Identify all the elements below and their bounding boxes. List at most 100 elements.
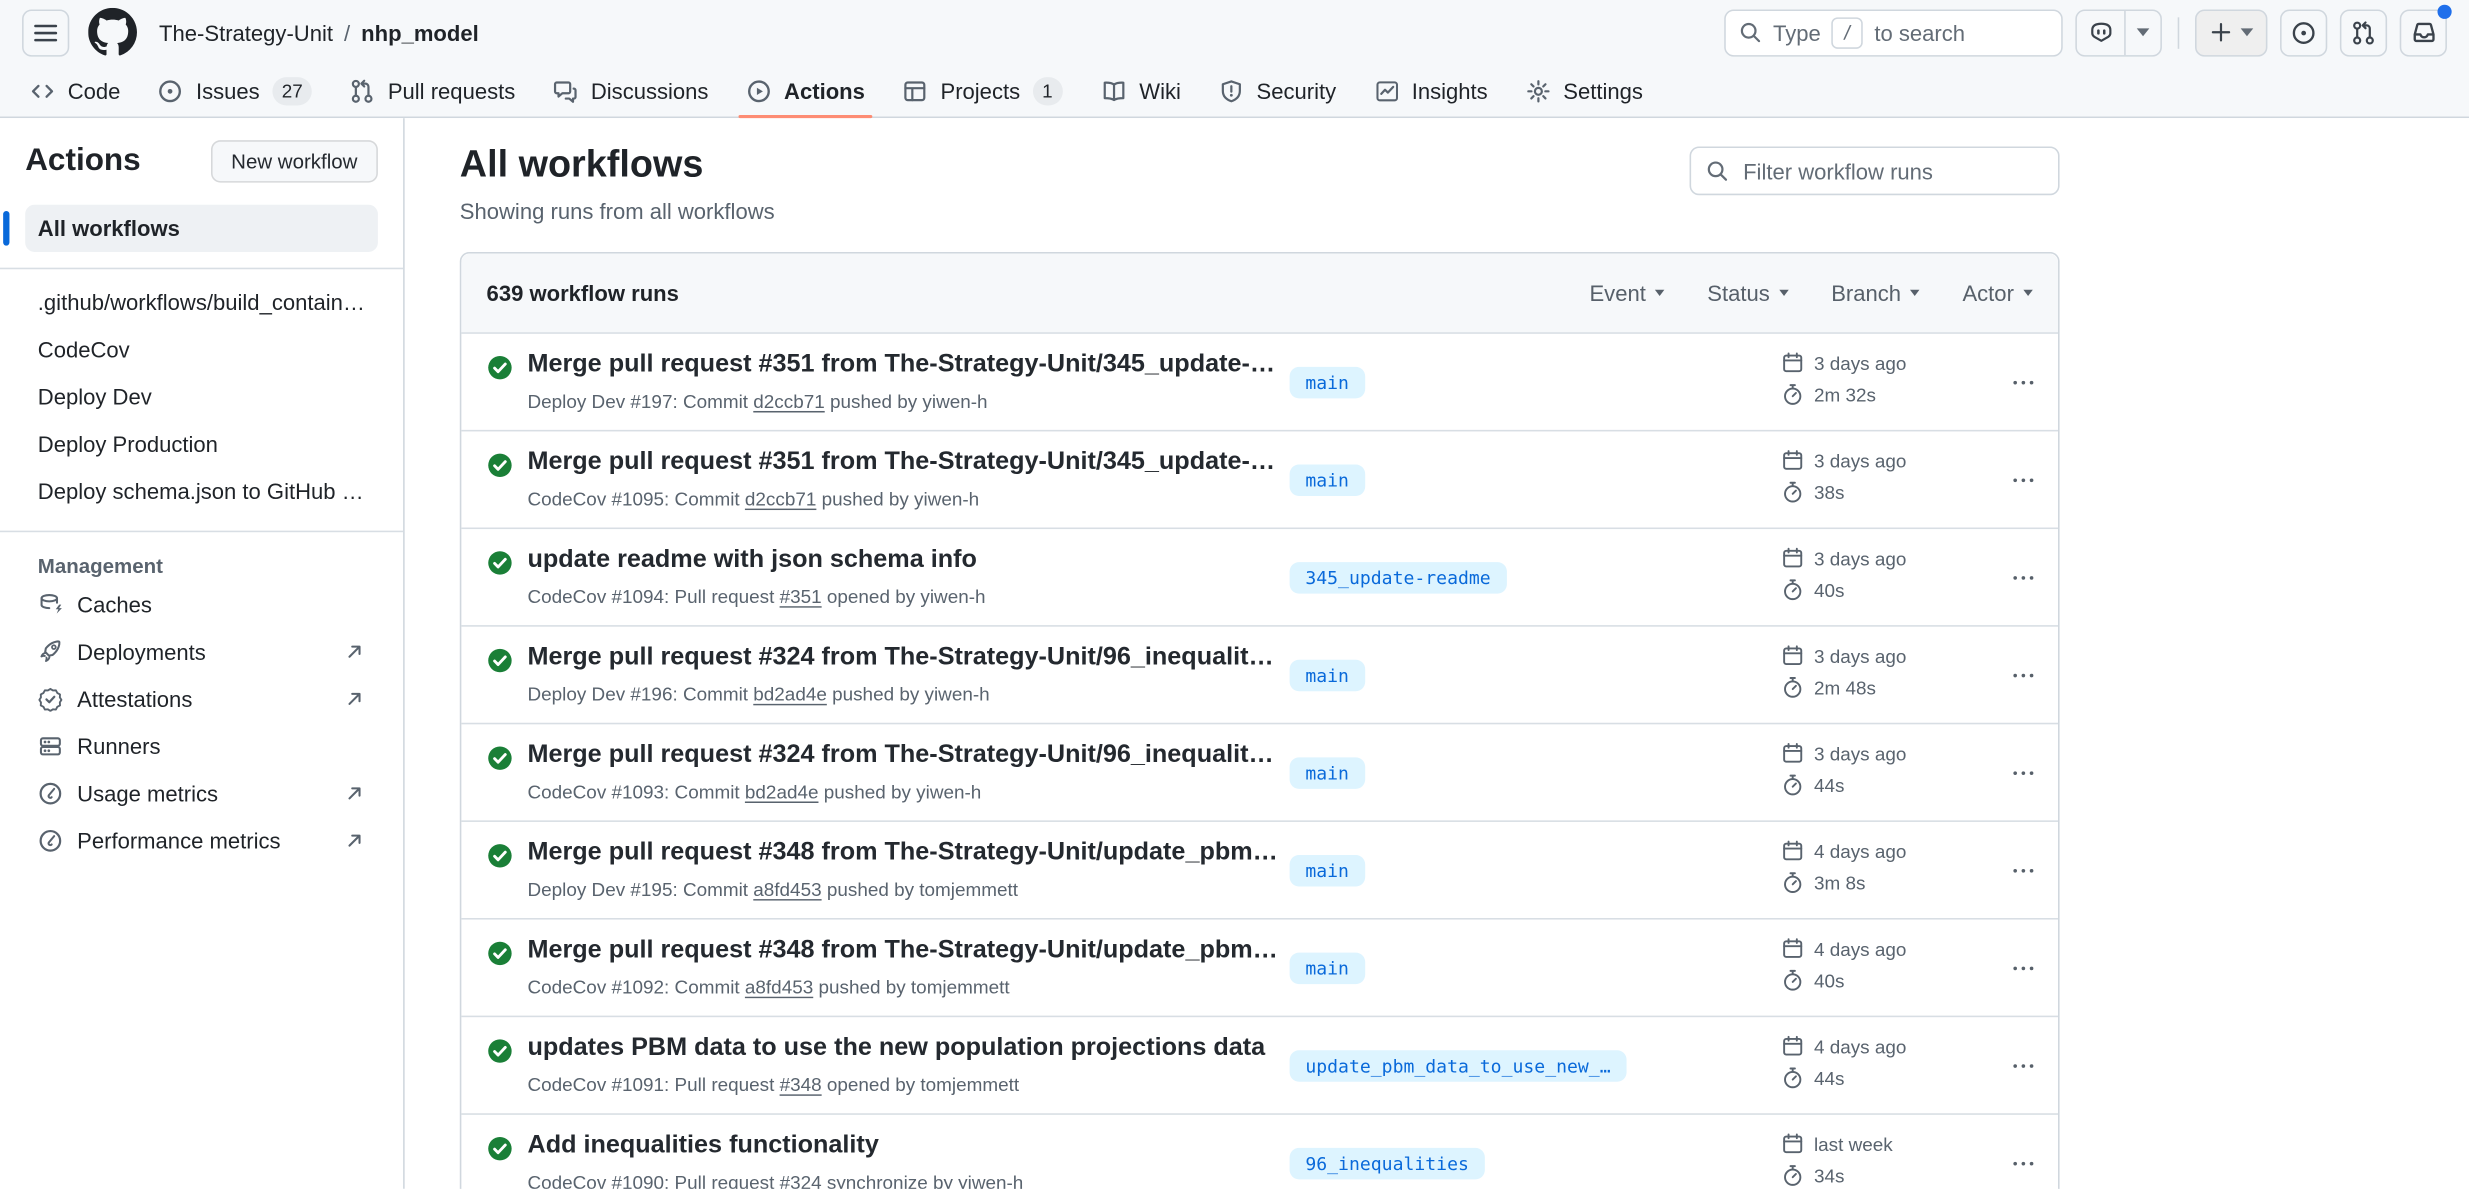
tab-pull-requests[interactable]: Pull requests <box>336 65 530 117</box>
play-icon <box>746 78 771 103</box>
your-pull-requests-button[interactable] <box>2340 9 2387 56</box>
run-title-link[interactable]: Merge pull request #351 from The-Strateg… <box>527 350 1280 381</box>
run-title-link[interactable]: Add inequalities functionality <box>527 1131 1280 1162</box>
filter-workflow-runs-input[interactable] <box>1740 157 2044 185</box>
sidebar-item-all-workflows[interactable]: All workflows <box>25 205 378 252</box>
run-options-button[interactable] <box>2001 557 2042 598</box>
sidebar-item-attestations[interactable]: Attestations <box>25 676 378 723</box>
run-options-button[interactable] <box>2001 850 2042 891</box>
breadcrumb-repo-link[interactable]: nhp_model <box>361 20 479 45</box>
hamburger-menu-button[interactable] <box>22 9 69 56</box>
global-search-input[interactable]: Type / to search <box>1724 9 2063 56</box>
workflow-run-row: Add inequalities functionality CodeCov #… <box>461 1113 2058 1189</box>
run-title-link[interactable]: updates PBM data to use the new populati… <box>527 1033 1280 1064</box>
sidebar-item-caches[interactable]: Caches <box>25 581 378 628</box>
calendar-icon <box>1781 742 1805 766</box>
create-new-button[interactable] <box>2195 9 2267 56</box>
run-age: 4 days ago <box>1814 938 1906 960</box>
run-title-link[interactable]: Merge pull request #348 from The-Strateg… <box>527 935 1280 966</box>
run-ref-link[interactable]: #324 <box>780 1172 822 1189</box>
run-options-button[interactable] <box>2001 752 2042 793</box>
run-options-button[interactable] <box>2001 1142 2042 1183</box>
tab-security[interactable]: Security <box>1205 65 1351 117</box>
sidebar-item-deployments[interactable]: Deployments <box>25 628 378 675</box>
run-ref-link[interactable]: bd2ad4e <box>745 781 819 803</box>
copilot-menu-button[interactable] <box>2124 10 2160 54</box>
branch-badge[interactable]: 96_inequalities <box>1290 1147 1485 1178</box>
sidebar-item-performance-metrics[interactable]: Performance metrics <box>25 817 378 864</box>
filter-event-dropdown[interactable]: Event <box>1589 280 1664 305</box>
sidebar-workflow-link[interactable]: Deploy Dev <box>25 373 378 420</box>
sidebar-workflow-link[interactable]: Deploy Production <box>25 420 378 467</box>
run-ref-link[interactable]: bd2ad4e <box>753 683 827 705</box>
branch-badge[interactable]: main <box>1290 952 1365 983</box>
run-description: Deploy Dev #197: Commit d2ccb71 pushed b… <box>527 391 1280 413</box>
tab-code[interactable]: Code <box>16 65 135 117</box>
tab-label: Issues <box>196 78 260 103</box>
run-filters: Event Status Branch Actor <box>1589 280 2032 305</box>
run-ref-link[interactable]: a8fd453 <box>753 879 821 901</box>
tab-insights[interactable]: Insights <box>1360 65 1502 117</box>
run-age: 3 days ago <box>1814 645 1906 667</box>
sidebar-item-runners[interactable]: Runners <box>25 723 378 770</box>
filter-actor-dropdown[interactable]: Actor <box>1962 280 2032 305</box>
run-options-button[interactable] <box>2001 459 2042 500</box>
workflow-run-row: Merge pull request #324 from The-Strateg… <box>461 723 2058 821</box>
github-logo-icon[interactable] <box>88 8 137 57</box>
filter-status-dropdown[interactable]: Status <box>1707 280 1788 305</box>
branch-badge[interactable]: update_pbm_data_to_use_new_… <box>1290 1049 1627 1080</box>
run-age: 4 days ago <box>1814 1035 1906 1057</box>
tab-actions[interactable]: Actions <box>732 65 879 117</box>
sidebar-workflow-link[interactable]: .github/workflows/build_container.yaml <box>25 279 378 326</box>
run-ref-link[interactable]: d2ccb71 <box>753 391 824 413</box>
run-ref-link[interactable]: #348 <box>780 1074 822 1096</box>
branch-badge[interactable]: main <box>1290 659 1365 690</box>
sidebar-workflow-link[interactable]: Deploy schema.json to GitHub Pages <box>25 468 378 515</box>
sidebar-workflow-link[interactable]: CodeCov <box>25 326 378 373</box>
management-item-label: Performance metrics <box>77 828 280 853</box>
stopwatch-icon <box>1781 383 1805 407</box>
tab-issues[interactable]: Issues27 <box>144 65 326 117</box>
run-ref-link[interactable]: a8fd453 <box>745 976 813 998</box>
run-meta: 4 days ago 40s <box>1781 937 1907 992</box>
branch-badge[interactable]: main <box>1290 757 1365 788</box>
tab-wiki[interactable]: Wiki <box>1086 65 1195 117</box>
workflow-runs-list: Merge pull request #351 from The-Strateg… <box>461 332 2058 1189</box>
run-ref-link[interactable]: d2ccb71 <box>745 488 816 510</box>
run-ref-link[interactable]: #351 <box>780 586 822 608</box>
tab-discussions[interactable]: Discussions <box>539 65 723 117</box>
calendar-icon <box>1781 449 1805 473</box>
sidebar-item-usage-metrics[interactable]: Usage metrics <box>25 770 378 817</box>
copilot-button[interactable] <box>2077 10 2124 54</box>
run-success-check-icon <box>487 1038 514 1065</box>
run-options-button[interactable] <box>2001 1045 2042 1086</box>
breadcrumb-owner-link[interactable]: The-Strategy-Unit <box>159 20 333 45</box>
kebab-icon <box>2011 662 2036 687</box>
branch-badge[interactable]: main <box>1290 366 1365 397</box>
tab-projects[interactable]: Projects1 <box>889 65 1077 117</box>
filter-label: Actor <box>1962 280 2013 305</box>
run-options-button[interactable] <box>2001 654 2042 695</box>
arrow-up-right-icon <box>343 830 365 852</box>
run-options-button[interactable] <box>2001 947 2042 988</box>
branch-badge[interactable]: main <box>1290 854 1365 885</box>
tab-label: Projects <box>940 78 1020 103</box>
branch-badge[interactable]: main <box>1290 464 1365 495</box>
your-issues-button[interactable] <box>2280 9 2327 56</box>
calendar-icon <box>1781 351 1805 375</box>
workflow-runs-count: 639 workflow runs <box>487 280 679 305</box>
run-options-button[interactable] <box>2001 361 2042 402</box>
chevron-down-icon <box>2137 28 2150 36</box>
run-success-check-icon <box>487 452 514 479</box>
run-title-link[interactable]: update readme with json schema info <box>527 545 1280 576</box>
branch-badge[interactable]: 345_update-readme <box>1290 561 1507 592</box>
run-title-link[interactable]: Merge pull request #324 from The-Strateg… <box>527 740 1280 771</box>
run-description: CodeCov #1093: Commit bd2ad4e pushed by … <box>527 781 1280 803</box>
run-title-link[interactable]: Merge pull request #324 from The-Strateg… <box>527 642 1280 673</box>
new-workflow-button[interactable]: New workflow <box>211 140 378 183</box>
filter-branch-dropdown[interactable]: Branch <box>1831 280 1920 305</box>
run-title-link[interactable]: Merge pull request #351 from The-Strateg… <box>527 447 1280 478</box>
run-title-link[interactable]: Merge pull request #348 from The-Strateg… <box>527 838 1280 869</box>
tab-settings[interactable]: Settings <box>1511 65 1657 117</box>
run-duration: 2m 48s <box>1814 676 1876 698</box>
